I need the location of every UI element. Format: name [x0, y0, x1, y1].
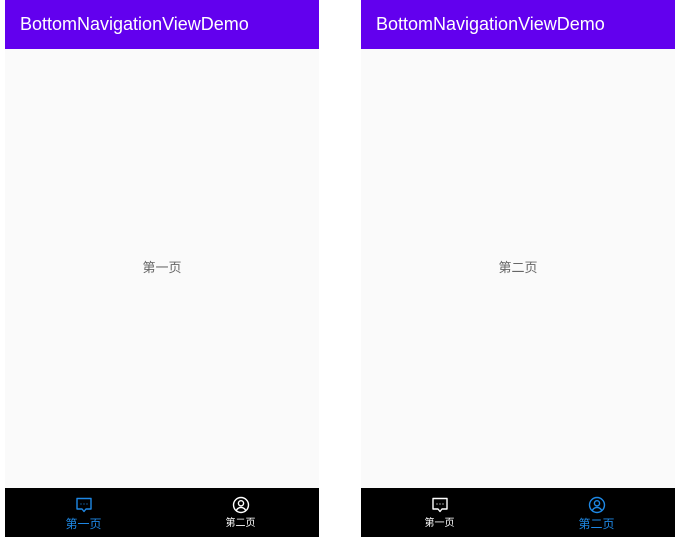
page-text: 第二页 — [498, 261, 538, 276]
nav-item-first-page[interactable]: 第一页 — [5, 488, 162, 537]
page-text: 第一页 — [142, 261, 182, 276]
nav-item-second-page[interactable]: 第二页 — [518, 488, 675, 537]
phone-screen-second: BottomNavigationViewDemo 第二页 第一页 第二页 — [361, 0, 675, 537]
nav-item-first-page[interactable]: 第一页 — [361, 488, 518, 537]
nav-label: 第一页 — [424, 518, 455, 529]
bottom-navigation: 第一页 第二页 — [361, 488, 675, 537]
app-bar-title: BottomNavigationViewDemo — [361, 0, 675, 49]
phone-screen-first: BottomNavigationViewDemo 第一页 第一页 第二页 — [5, 0, 319, 537]
account-icon — [231, 495, 251, 515]
nav-label: 第二页 — [578, 517, 615, 531]
page-content: 第一页 — [5, 49, 319, 488]
page-content: 第二页 — [361, 49, 675, 488]
account-icon — [587, 495, 607, 515]
nav-label: 第二页 — [225, 518, 256, 529]
bottom-navigation: 第一页 第二页 — [5, 488, 319, 537]
message-icon — [74, 495, 94, 515]
nav-label: 第一页 — [65, 517, 102, 531]
app-bar-title: BottomNavigationViewDemo — [5, 0, 319, 49]
nav-item-second-page[interactable]: 第二页 — [162, 488, 319, 537]
message-icon — [430, 495, 450, 515]
